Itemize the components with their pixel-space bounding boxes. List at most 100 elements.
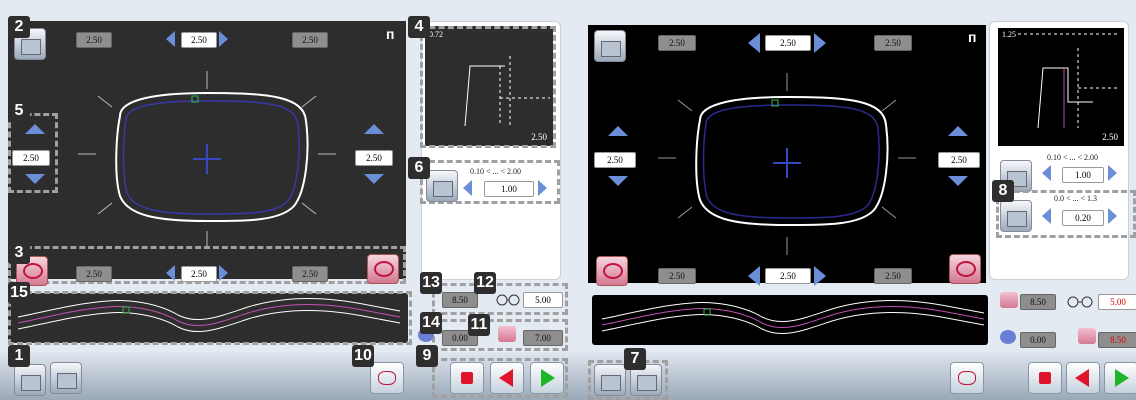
param-2-value[interactable]: 5.00	[1098, 294, 1136, 310]
lens-shape-svg	[78, 71, 336, 249]
back-button[interactable]	[1066, 362, 1100, 394]
back-icon	[499, 369, 513, 387]
callout-4: 4	[408, 16, 430, 38]
callout-10: 13	[420, 272, 442, 294]
callout-15: 9	[416, 345, 438, 367]
lens-icon	[1000, 330, 1016, 344]
decrease-arrow-icon[interactable]	[1042, 208, 1051, 224]
down-arrow-icon[interactable]	[948, 176, 968, 186]
play-button[interactable]	[530, 362, 564, 394]
glasses-icon	[496, 290, 520, 306]
decrease-arrow-icon[interactable]	[463, 180, 472, 196]
increase-arrow-icon[interactable]	[814, 33, 826, 53]
top-center-value[interactable]: 2.50	[765, 35, 811, 51]
top-left-value: 2.50	[658, 35, 696, 51]
corner-glyph: ᴨ	[386, 26, 395, 42]
play-button[interactable]	[1104, 362, 1136, 394]
callout-7: 7	[624, 348, 646, 370]
callout-6: 6	[408, 157, 430, 179]
decrease-arrow-icon[interactable]	[1042, 165, 1051, 181]
lens-shape-area[interactable]	[588, 25, 986, 283]
down-arrow-icon[interactable]	[608, 176, 628, 186]
edit-icon[interactable]	[14, 364, 46, 396]
side-left-value[interactable]: 2.50	[12, 150, 50, 166]
stop-button[interactable]	[450, 362, 484, 394]
callout-5: 5	[8, 100, 30, 122]
bottom-left-value: 2.50	[658, 268, 696, 284]
increase-arrow-icon[interactable]	[219, 265, 228, 281]
stop-button[interactable]	[1028, 362, 1062, 394]
callout-14: 10	[352, 345, 374, 367]
lens-shape-area[interactable]	[8, 21, 406, 279]
bottom-right-value: 2.50	[874, 268, 912, 284]
groove-icon	[498, 326, 516, 342]
increase-arrow-icon[interactable]	[1108, 165, 1117, 181]
range-2-value[interactable]: 0.20	[1062, 210, 1104, 226]
side-right-value[interactable]: 2.50	[938, 152, 980, 168]
decrease-arrow-icon[interactable]	[748, 33, 760, 53]
range-1-value[interactable]: 1.00	[1062, 167, 1104, 183]
callout-1: 1	[8, 345, 30, 367]
param-4-value: 7.00	[523, 330, 563, 346]
bevel-icon	[1000, 292, 1018, 308]
increase-arrow-icon[interactable]	[1108, 208, 1117, 224]
frame-shape-icon[interactable]	[596, 256, 628, 286]
param-4-value: 8.50	[1098, 332, 1136, 348]
up-arrow-icon[interactable]	[364, 124, 384, 134]
groove-icon	[1078, 328, 1096, 344]
callout-11: 11	[468, 314, 490, 336]
down-arrow-icon[interactable]	[364, 174, 384, 184]
profile-highlight	[8, 291, 412, 345]
bevel-preview: 1.25 2.50	[998, 28, 1124, 146]
back-icon	[1075, 369, 1089, 387]
bottom-left-value: 2.50	[76, 266, 112, 282]
top-center-value[interactable]: 2.50	[181, 32, 217, 48]
decrease-arrow-icon[interactable]	[166, 31, 175, 47]
increase-arrow-icon[interactable]	[814, 266, 826, 286]
top-right-value: 2.50	[292, 32, 328, 48]
param-1-value: 8.50	[442, 292, 478, 308]
decrease-arrow-icon[interactable]	[748, 266, 760, 286]
lens-shape-svg	[658, 73, 916, 255]
preview-top-value: 1.25	[1002, 30, 1016, 39]
callout-3: 3	[8, 242, 30, 264]
callout-2: 2	[8, 16, 30, 38]
stop-icon	[1039, 372, 1051, 384]
edit-icon[interactable]	[50, 362, 82, 394]
preview-highlight	[420, 26, 556, 148]
up-arrow-icon[interactable]	[25, 124, 45, 134]
play-icon	[541, 369, 555, 387]
frame-shape-button[interactable]	[950, 362, 984, 394]
edit-icon[interactable]	[594, 364, 626, 396]
bevel-tool-icon[interactable]	[1000, 200, 1032, 232]
back-button[interactable]	[490, 362, 524, 394]
glasses-icon	[1066, 292, 1094, 308]
profile-svg	[601, 300, 985, 335]
edit-icon[interactable]	[594, 30, 626, 62]
up-arrow-icon[interactable]	[948, 126, 968, 136]
decrease-arrow-icon[interactable]	[166, 265, 175, 281]
callout-8: 8	[992, 180, 1014, 202]
frame-shape-icon[interactable]	[949, 254, 981, 284]
stop-icon	[461, 372, 473, 384]
up-arrow-icon[interactable]	[608, 126, 628, 136]
increase-arrow-icon[interactable]	[538, 180, 547, 196]
profile-area	[592, 295, 988, 345]
increase-arrow-icon[interactable]	[219, 31, 228, 47]
top-left-value: 2.50	[76, 32, 112, 48]
side-right-value[interactable]: 2.50	[355, 150, 393, 166]
param-1-value: 8.50	[1020, 294, 1056, 310]
bottom-right-value: 2.50	[292, 266, 328, 282]
range-value[interactable]: 1.00	[484, 181, 534, 197]
side-left-value[interactable]: 2.50	[594, 152, 636, 168]
bottom-center-value[interactable]: 2.50	[181, 266, 217, 282]
frame-shape-icon[interactable]	[367, 254, 399, 284]
bevel-tool-icon[interactable]	[426, 170, 458, 202]
right-screen: 2.50 2.50 2.50 ᴨ 2.50 2.50 2.50 2.50 2.5…	[568, 0, 1136, 400]
play-icon	[1115, 369, 1129, 387]
down-arrow-icon[interactable]	[25, 174, 45, 184]
bottom-center-value[interactable]: 2.50	[765, 268, 811, 284]
bevel-preview-svg	[1018, 33, 1120, 129]
param-2-value[interactable]: 5.00	[523, 292, 563, 308]
frame-shape-button[interactable]	[370, 362, 404, 394]
